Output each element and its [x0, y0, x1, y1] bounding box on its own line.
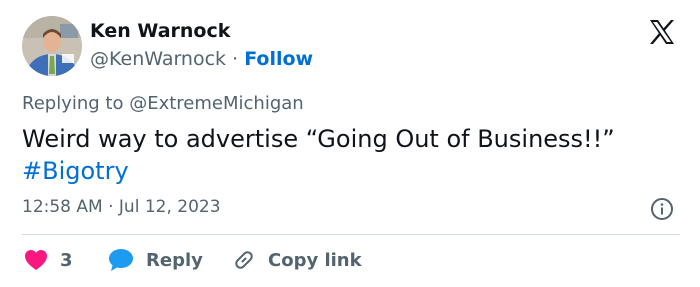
reply-label: Reply: [146, 249, 203, 271]
handle-separator: ·: [232, 48, 239, 70]
divider: [22, 234, 680, 235]
author-handle[interactable]: @KenWarnock: [90, 48, 226, 70]
like-button[interactable]: 3: [24, 245, 73, 275]
reply-context-prefix: Replying to: [22, 93, 124, 114]
tweet-embed: Ken Warnock @KenWarnock · Follow Replyin…: [0, 0, 700, 287]
link-icon: [235, 251, 253, 269]
tweet-date: Jul 12, 2023: [118, 197, 221, 217]
speech-bubble-icon: [109, 249, 133, 271]
author-name[interactable]: Ken Warnock: [90, 20, 230, 42]
hashtag-link[interactable]: #Bigotry: [22, 155, 682, 187]
avatar[interactable]: [22, 16, 82, 76]
reply-button[interactable]: Reply: [108, 245, 203, 275]
copy-link-button[interactable]: Copy link: [232, 245, 362, 275]
author-handle-row: @KenWarnock · Follow: [90, 48, 313, 70]
x-logo-icon[interactable]: [647, 17, 677, 47]
reply-mention-link[interactable]: @ExtremeMichigan: [129, 93, 303, 114]
follow-button[interactable]: Follow: [244, 48, 313, 70]
heart-icon: [25, 250, 47, 270]
reply-context: Replying to @ExtremeMichigan: [22, 93, 304, 114]
timestamp-separator: ·: [108, 197, 114, 217]
tweet-body: Weird way to advertise “Going Out of Bus…: [22, 123, 682, 187]
like-count: 3: [60, 249, 73, 271]
info-icon[interactable]: [650, 197, 674, 221]
tweet-timestamp[interactable]: 12:58 AM · Jul 12, 2023: [22, 197, 221, 217]
copy-link-label: Copy link: [268, 249, 362, 271]
tweet-text: Weird way to advertise “Going Out of Bus…: [22, 125, 615, 153]
avatar-photo: [22, 16, 82, 76]
tweet-time: 12:58 AM: [22, 197, 103, 217]
